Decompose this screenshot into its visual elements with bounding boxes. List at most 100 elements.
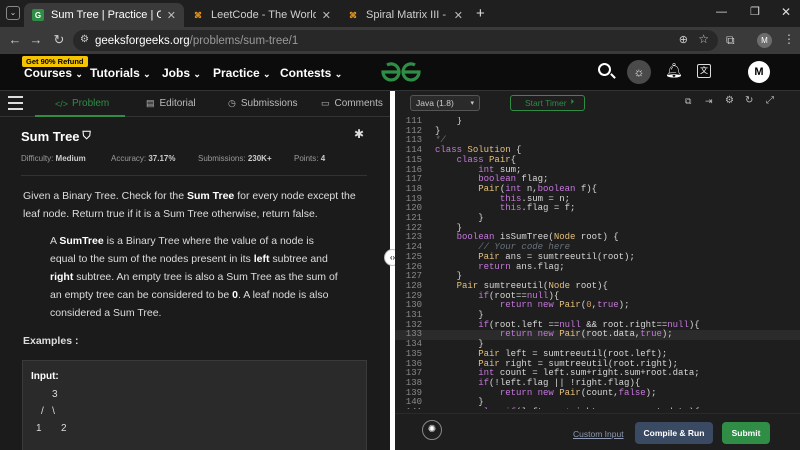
tree-line-1: 3 bbox=[52, 389, 58, 400]
language-select[interactable]: Java (1.8) ▾ bbox=[410, 95, 480, 111]
chevron-down-icon: ⌄ bbox=[263, 69, 271, 79]
submit-button[interactable]: Submit bbox=[722, 422, 770, 444]
nav-label: Tutorials bbox=[90, 66, 140, 80]
desc-text: A bbox=[50, 235, 60, 247]
tab-submissions[interactable]: ◷ Submissions bbox=[228, 98, 298, 109]
code-editor[interactable]: 111 } 112} 113 */114 class Solution {115 cla… bbox=[395, 117, 800, 409]
profile-avatar[interactable]: M bbox=[757, 33, 772, 48]
timer-label: Start Timer bbox=[525, 98, 567, 108]
browser-tab-bar: ⌄ G Sum Tree | Practice | GeeksforG ✕ ⌘ … bbox=[0, 0, 800, 27]
minimize-icon[interactable]: — bbox=[716, 6, 727, 18]
chevron-down-icon: ⌄ bbox=[193, 69, 201, 79]
examples-heading: Examples : bbox=[23, 335, 79, 347]
custom-input-link[interactable]: Custom Input bbox=[573, 429, 624, 439]
desc-bold: right bbox=[50, 271, 74, 283]
code-line[interactable]: 141 else if(left.sum+right.sum == root.d… bbox=[395, 407, 800, 409]
url-bar[interactable]: ⚙ geeksforgeeks.org/problems/sum-tree/1 … bbox=[73, 30, 718, 51]
difficulty-value: Medium bbox=[55, 154, 86, 163]
clock-icon: ◷ bbox=[228, 98, 236, 108]
problem-description: Given a Binary Tree. Check for the Sum T… bbox=[23, 187, 368, 223]
compile-run-button[interactable]: Compile & Run bbox=[635, 422, 713, 444]
nav-practice[interactable]: Practice ⌄ bbox=[213, 66, 271, 80]
zoom-icon[interactable]: ⊕ bbox=[679, 33, 688, 46]
meta-divider bbox=[21, 175, 367, 176]
comment-icon: ▭ bbox=[321, 98, 330, 108]
settings-icon[interactable]: ⚙ bbox=[725, 95, 734, 106]
desc-text: subtree and bbox=[269, 253, 328, 265]
accuracy-value: 37.17% bbox=[148, 154, 176, 163]
tab-editorial[interactable]: ▤ Editorial bbox=[146, 98, 196, 109]
line-number: 141 bbox=[395, 407, 422, 409]
code-line[interactable]: 111 } bbox=[395, 117, 800, 127]
nav-jobs[interactable]: Jobs ⌄ bbox=[162, 66, 201, 80]
copy-icon[interactable]: ⧉ bbox=[685, 96, 691, 107]
browser-tab-leetcode[interactable]: ⌘ LeetCode - The World's Leading ✕ bbox=[184, 3, 339, 27]
chevron-down-icon: ▾ bbox=[470, 100, 474, 107]
export-icon[interactable]: ⇥ bbox=[705, 96, 713, 107]
tree-line-2: / \ bbox=[41, 406, 55, 417]
address-toolbar: ← → ↻ ⚙ geeksforgeeks.org/problems/sum-t… bbox=[0, 27, 800, 54]
chevron-down-icon: ⌄ bbox=[143, 69, 151, 79]
desc-bold: left bbox=[253, 253, 270, 265]
points-meta: Points: 4 bbox=[294, 154, 325, 163]
tab-title: LeetCode - The World's Leading bbox=[211, 9, 316, 21]
browser-tab-spiral-matrix[interactable]: ⌘ Spiral Matrix III - LeetCode ✕ bbox=[339, 3, 471, 27]
reload-icon[interactable]: ↻ bbox=[50, 32, 68, 48]
problem-meta: Difficulty: Medium Accuracy: 37.17% Subm… bbox=[21, 154, 381, 163]
desc-bold: SumTree bbox=[59, 235, 104, 247]
bell-icon[interactable]: 🔔︎ bbox=[665, 62, 683, 79]
search-icon-handle bbox=[610, 73, 616, 79]
accuracy-meta: Accuracy: 37.17% bbox=[111, 154, 176, 163]
problem-title-text: Sum Tree bbox=[21, 129, 80, 144]
tab-search-icon[interactable]: ⌄ bbox=[6, 6, 20, 20]
start-timer-button[interactable]: Start Timer ⏵ bbox=[510, 95, 585, 111]
hint-bulb-icon[interactable]: ✺ bbox=[422, 420, 442, 440]
theme-toggle-icon[interactable]: ☼ bbox=[627, 60, 651, 84]
nav-contests[interactable]: Contests ⌄ bbox=[280, 66, 342, 80]
site-info-icon[interactable]: ⚙ bbox=[80, 34, 89, 45]
new-tab-button[interactable]: + bbox=[476, 5, 485, 22]
code-text: else if(left.sum+right.sum == root.data)… bbox=[435, 407, 699, 409]
extensions-icon[interactable]: ⧉ bbox=[726, 33, 735, 48]
browser-menu-icon[interactable]: ⋮ bbox=[783, 32, 795, 46]
tree-line-3: 1 2 bbox=[36, 423, 67, 434]
close-tab-icon[interactable]: ✕ bbox=[167, 9, 176, 22]
accuracy-label: Accuracy: bbox=[111, 154, 147, 163]
hamburger-menu-icon[interactable] bbox=[8, 96, 23, 110]
bookmark-icon[interactable]: ⛉ bbox=[83, 130, 91, 143]
tab-label: Submissions bbox=[240, 98, 298, 109]
nav-courses[interactable]: Courses ⌄ bbox=[24, 66, 83, 80]
language-value: Java (1.8) bbox=[416, 98, 454, 108]
restore-icon[interactable]: ❐ bbox=[750, 5, 760, 18]
nav-label: Contests bbox=[280, 66, 332, 80]
gfg-logo-icon[interactable] bbox=[380, 61, 422, 83]
reset-icon[interactable]: ↻ bbox=[745, 95, 753, 106]
submissions-label: Submissions: bbox=[198, 154, 246, 163]
url-host: geeksforgeeks.org bbox=[95, 34, 190, 47]
document-icon: ▤ bbox=[146, 98, 155, 108]
translate-icon[interactable]: 文 bbox=[697, 64, 711, 78]
tab-title: Sum Tree | Practice | GeeksforG bbox=[51, 9, 161, 21]
close-window-icon[interactable]: ✕ bbox=[781, 5, 791, 19]
forward-icon[interactable]: → bbox=[27, 32, 45, 47]
fullscreen-icon[interactable]: ⤢ bbox=[766, 95, 774, 106]
leetcode-icon: ⌘ bbox=[349, 10, 357, 20]
close-tab-icon[interactable]: ✕ bbox=[322, 9, 331, 22]
editor-panel: Java (1.8) ▾ Start Timer ⏵ ⧉ ⇥ ⚙ ↻ ⤢ 111… bbox=[395, 91, 800, 450]
problem-panel: </> Problem ▤ Editorial ◷ Submissions ▭ … bbox=[0, 91, 390, 450]
code-line[interactable]: 112} bbox=[395, 126, 800, 137]
browser-tab-sum-tree[interactable]: G Sum Tree | Practice | GeeksforG ✕ bbox=[24, 3, 184, 27]
close-tab-icon[interactable]: ✕ bbox=[454, 9, 463, 22]
user-avatar[interactable]: M bbox=[748, 61, 770, 83]
nav-tutorials[interactable]: Tutorials ⌄ bbox=[90, 66, 151, 80]
desc-text: Given a Binary Tree. Check for the bbox=[23, 190, 187, 202]
back-icon[interactable]: ← bbox=[6, 32, 24, 47]
tab-comments[interactable]: ▭ Comments bbox=[321, 98, 383, 109]
bug-report-icon[interactable]: ✱ bbox=[354, 127, 364, 141]
bookmark-star-icon[interactable]: ☆ bbox=[698, 32, 709, 46]
play-icon: ⏵ bbox=[570, 99, 575, 106]
site-header: Get 90% Refund Courses ⌄ Tutorials ⌄ Job… bbox=[0, 54, 800, 91]
nav-label: Courses bbox=[24, 66, 73, 80]
tab-problem[interactable]: </> Problem bbox=[55, 98, 109, 109]
submissions-value: 230K+ bbox=[247, 154, 272, 163]
